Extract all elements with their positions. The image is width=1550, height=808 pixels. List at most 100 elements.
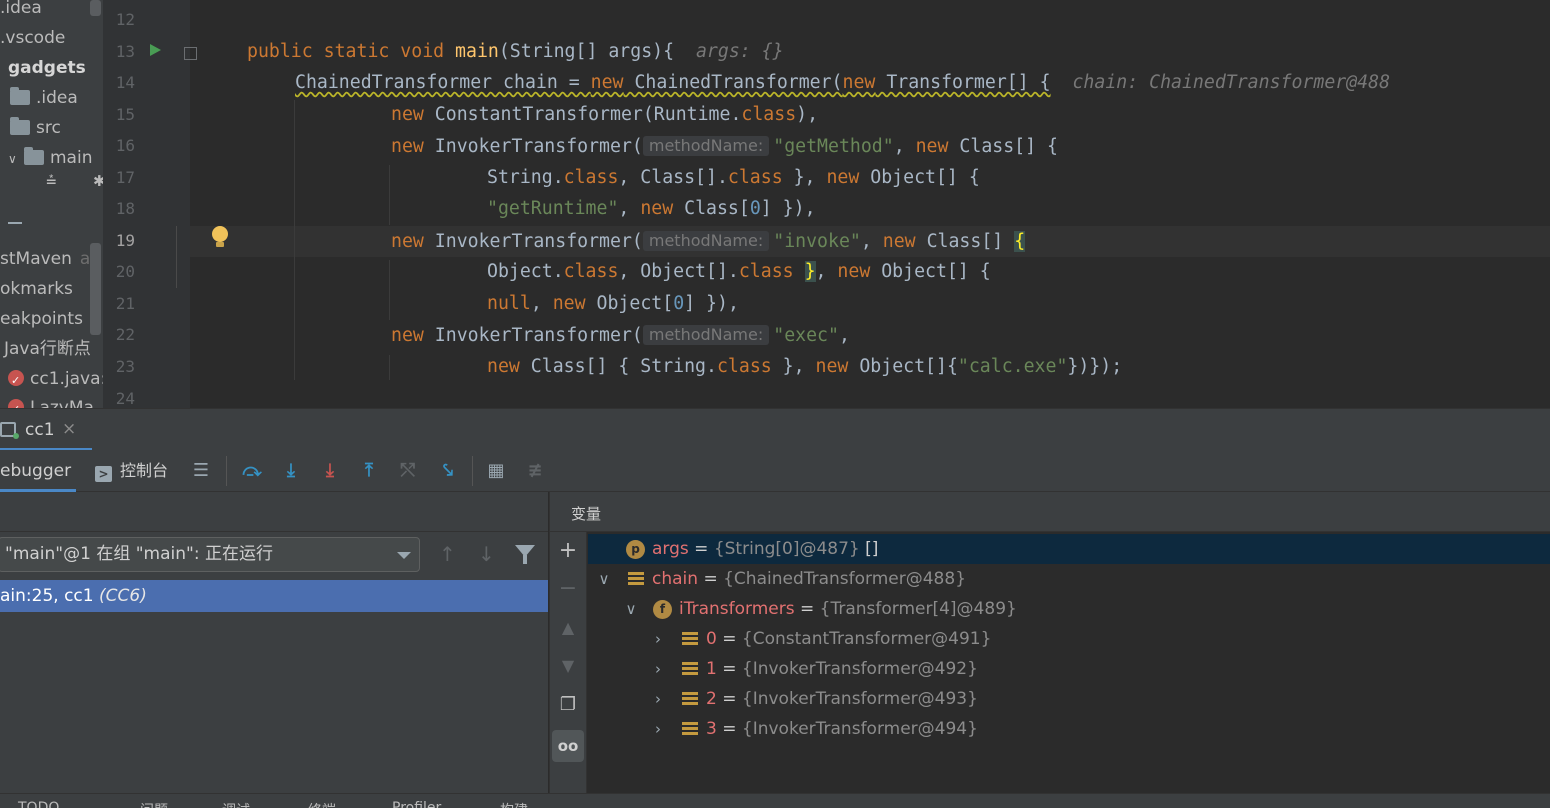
breakpoint-cc1[interactable]: cc1.java: xyxy=(8,365,103,395)
chevron-down-icon[interactable] xyxy=(397,552,411,559)
frame-class: (CC6) xyxy=(99,586,147,606)
tool-tab-todo[interactable]: TODO xyxy=(18,800,59,808)
variable-entry: chain = {ChainedTransformer@488} xyxy=(652,569,967,589)
line-number: 14 xyxy=(115,73,135,92)
layout-menu-icon[interactable]: ☰ xyxy=(188,458,214,484)
drop-frame-icon[interactable]: ⤲ xyxy=(395,458,421,484)
parameter-hint: methodName: xyxy=(642,136,770,156)
code-line-17: String.class, Class[].class }, new Objec… xyxy=(487,167,980,188)
toolbar-separator xyxy=(226,456,227,486)
tool-tab-terminal[interactable]: 终端 xyxy=(308,800,336,808)
thread-select[interactable]: "main"@1 在组 "main": 正在运行 xyxy=(0,537,420,572)
inline-value-hint: chain: ChainedTransformer@488 xyxy=(1072,72,1391,93)
line-number: 23 xyxy=(115,357,135,376)
tab-console[interactable]: > 控制台 xyxy=(95,450,168,492)
glasses-icon[interactable]: oo xyxy=(552,730,584,762)
services-scrollbar[interactable] xyxy=(90,243,101,335)
indent-guide xyxy=(389,355,390,380)
services-item-java-line-breakpoints[interactable]: Java行断点 xyxy=(0,335,91,363)
services-item-maven[interactable]: stMavenau xyxy=(0,245,101,273)
tree-item-idea-root[interactable]: .idea xyxy=(0,0,42,22)
services-item-bookmarks[interactable]: okmarks xyxy=(0,275,73,303)
services-label: eakpoints xyxy=(0,309,83,329)
tree-item-gadgets[interactable]: gadgets xyxy=(8,54,86,82)
parameter-hint: methodName: xyxy=(642,231,770,251)
tree-scrollbar[interactable] xyxy=(90,0,101,16)
filter-icon[interactable] xyxy=(515,545,535,564)
variable-row-item-0[interactable]: › 0 = {ConstantTransformer@491} xyxy=(588,624,1550,654)
change-marker xyxy=(176,226,177,288)
line-number-current: 19 xyxy=(115,231,135,250)
tree-item-src[interactable]: src xyxy=(10,114,61,142)
tree-item-idea[interactable]: .idea xyxy=(10,84,78,112)
stack-frame-item[interactable]: ain:25, cc1 (CC6) xyxy=(0,580,548,612)
debug-session-icon xyxy=(0,422,19,439)
variable-row-item-1[interactable]: › 1 = {InvokerTransformer@492} xyxy=(588,654,1550,684)
variable-row-args[interactable]: p args = {String[0]@487} [] xyxy=(588,534,1550,564)
move-up-icon[interactable]: ▲ xyxy=(550,618,586,637)
variable-entry: 1 = {InvokerTransformer@492} xyxy=(706,659,978,679)
evaluate-expression-icon[interactable]: ▦ xyxy=(483,458,509,484)
step-out-icon[interactable]: ⤒ xyxy=(356,458,382,484)
indent-guide xyxy=(294,100,295,380)
chevron-right-icon[interactable]: › xyxy=(650,624,666,654)
trace-stream-icon[interactable]: ≢ xyxy=(522,458,548,484)
tool-tab-debug[interactable]: 调试 xyxy=(222,800,250,808)
collapse-all-icon[interactable]: ⩮ xyxy=(46,170,57,191)
frame-location: ain:25, cc1 xyxy=(0,586,94,606)
debug-session-tabs: cc1 × xyxy=(0,408,1550,451)
code-line-18: "getRuntime", new Class[0] }), xyxy=(487,198,816,219)
variables-header: 变量 xyxy=(549,492,1550,532)
line-number: 20 xyxy=(115,262,135,281)
variable-row-item-2[interactable]: › 2 = {InvokerTransformer@493} xyxy=(588,684,1550,714)
code-line-14: ChainedTransformer chain = new ChainedTr… xyxy=(295,72,1391,93)
add-watch-icon[interactable]: + xyxy=(550,538,586,563)
tree-item-vscode[interactable]: .vscode xyxy=(0,24,65,52)
lightbulb-icon[interactable] xyxy=(211,226,229,250)
pin-icon[interactable]: ✱ xyxy=(93,172,103,190)
object-icon xyxy=(682,632,698,647)
variable-row-item-3[interactable]: › 3 = {InvokerTransformer@494} xyxy=(588,714,1550,744)
tool-tab-profiler[interactable]: Profiler xyxy=(392,800,441,808)
tree-item-label: main xyxy=(50,148,93,168)
tool-tab-build[interactable]: 构建 xyxy=(500,800,528,808)
services-item-breakpoints[interactable]: eakpoints xyxy=(0,305,83,333)
force-step-into-icon[interactable]: ⤓ xyxy=(317,458,343,484)
tool-tab-problems[interactable]: 问题 xyxy=(140,800,168,808)
code-line-19: new InvokerTransformer(methodName: "invok… xyxy=(391,231,1026,252)
remove-watch-icon[interactable]: − xyxy=(550,576,586,601)
variable-row-chain[interactable]: ∨ chain = {ChainedTransformer@488} xyxy=(588,564,1550,594)
variable-row-itransformers[interactable]: ∨ f iTransformers = {Transformer[4]@489} xyxy=(588,594,1550,624)
breakpoint-checked-icon[interactable] xyxy=(8,367,24,395)
chevron-right-icon[interactable]: › xyxy=(650,654,666,684)
chevron-right-icon[interactable]: › xyxy=(650,714,666,744)
copy-icon[interactable]: ❐ xyxy=(550,694,586,715)
chevron-down-icon[interactable]: ∨ xyxy=(596,564,612,594)
breakpoint-lazymap[interactable]: LazyMa xyxy=(8,394,94,408)
parameter-icon: p xyxy=(626,540,645,559)
chevron-down-icon[interactable]: ∨ xyxy=(623,594,639,624)
tree-item-label: .idea xyxy=(0,0,42,18)
tab-debugger[interactable]: ebugger xyxy=(0,450,76,492)
project-tool-window: .idea .vscode gadgets .idea src ∨ main ⩮ … xyxy=(0,0,103,408)
step-over-icon[interactable]: ⤼ xyxy=(239,458,265,484)
close-icon[interactable]: × xyxy=(62,419,76,439)
run-to-cursor-icon[interactable]: ⤥ xyxy=(435,458,461,484)
breakpoint-label: LazyMa xyxy=(30,398,94,408)
minimize-icon[interactable] xyxy=(8,222,22,224)
tree-item-main[interactable]: ∨ main xyxy=(8,144,92,172)
variable-entry: iTransformers = {Transformer[4]@489} xyxy=(679,599,1017,619)
arrow-down-icon[interactable]: ↓ xyxy=(478,542,495,566)
chevron-right-icon[interactable]: › xyxy=(650,684,666,714)
step-into-icon[interactable]: ⤓ xyxy=(278,458,304,484)
arrow-up-icon[interactable]: ↑ xyxy=(439,542,456,566)
move-down-icon[interactable]: ▼ xyxy=(550,656,586,675)
tab-debug-session-cc1[interactable]: cc1 × xyxy=(0,409,92,451)
code-line-20: Object.class, Object[].class }, new Obje… xyxy=(487,261,991,282)
breakpoint-checked-icon[interactable] xyxy=(8,396,24,408)
fold-marker-icon[interactable] xyxy=(184,47,197,60)
run-gutter-icon[interactable] xyxy=(150,44,161,56)
line-number: 22 xyxy=(115,325,135,344)
chevron-down-icon[interactable]: ∨ xyxy=(8,145,24,173)
variable-entry: 0 = {ConstantTransformer@491} xyxy=(706,629,992,649)
